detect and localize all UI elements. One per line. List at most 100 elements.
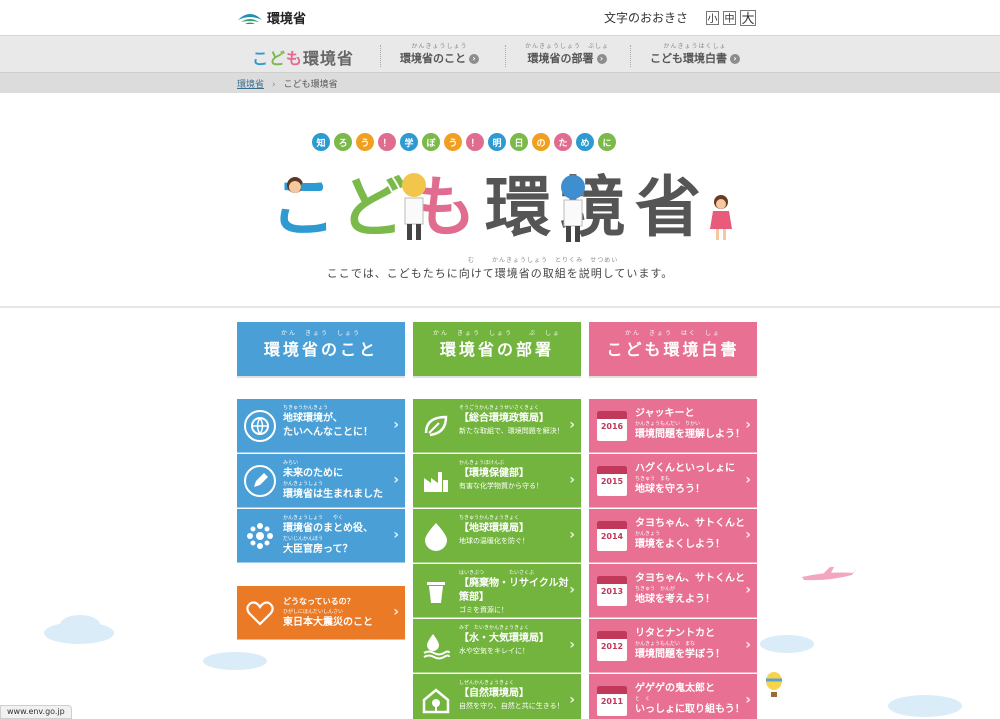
nav-item-about[interactable]: かんきょうしょう 環境省のこと › [400, 41, 479, 66]
card-ruby: ひがしにほんだいしんさい [283, 609, 344, 615]
ministry-logo[interactable]: 環境省 [237, 8, 306, 27]
chevron-right-icon: › [393, 527, 399, 543]
chevron-right-icon: › [393, 604, 399, 620]
chevron-right-icon: › [569, 692, 575, 708]
tagline-char: ろ [334, 133, 352, 151]
nav-home-char: こ [252, 49, 270, 68]
chevron-right-icon: › [393, 472, 399, 488]
card-note: 地球の温暖化を防ぐ！ [459, 537, 529, 545]
chevron-right-icon: › [730, 54, 740, 64]
character-illustration [561, 175, 585, 242]
nav-item-label: 環境省の部署 [527, 52, 594, 65]
nav-home-char: 環境省 [303, 49, 355, 68]
airplane-icon [802, 567, 856, 581]
column-header-about[interactable]: かん きょう しょう 環境省のこと [237, 322, 405, 376]
hero-subtitle: ここでは、こどもたちに向けて環境省の取組を説明しています。 [326, 267, 674, 280]
chevron-right-icon: › [569, 637, 575, 653]
card-ruby: そうごうかんきょうせいさくきょく [459, 405, 540, 411]
card-ruby: かんきょうもんだい りかい [635, 421, 701, 427]
card-ruby: ちきゅう かんが [635, 586, 676, 592]
balloon-icon [766, 672, 782, 697]
breadcrumb-separator: › [272, 80, 276, 90]
card-line: 地球を考えよう！ [635, 594, 715, 605]
card-whitepaper-2014[interactable]: 2014 タヨちゃん、サトくんと かんきょう 環境をよくしよう！ › [589, 509, 757, 563]
chevron-right-icon: › [569, 527, 575, 543]
breadcrumb-current: こども環境省 [283, 80, 338, 90]
column-header-ruby: かん きょう しょう [280, 330, 361, 337]
card-whitepaper-2016[interactable]: 2016 ジャッキーと かんきょうもんだい りかい 環境問題を理解しよう！ › [589, 399, 757, 453]
character-illustration [710, 195, 732, 240]
nav-divider [505, 45, 506, 67]
card-line: 環境省は生まれました [283, 489, 383, 500]
column-header-label: 環境省のこと [263, 340, 378, 359]
card-whitepaper-2015[interactable]: 2015 ハグくんといっしょに ちきゅう まも 地球を守ろう！ › [589, 454, 757, 508]
card-great-earthquake[interactable]: どうなっているの？ ひがしにほんだいしんさい東日本大震災のこと › [237, 586, 405, 640]
card-whitepaper-2011[interactable]: 2011 ゲゲゲの鬼太郎とと くいっしょに取り組もう！ › [589, 674, 757, 719]
heart-hands-icon [245, 598, 275, 628]
tagline-char: ！ [466, 133, 484, 151]
card-line: リタとナントカと [635, 628, 715, 639]
tagline-char: め [576, 133, 594, 151]
card-ministers-secretariat[interactable]: かんきょうしょう やく 環境省のまとめ役、 だいじんかんぼう 大臣官房って？ › [237, 509, 405, 563]
cloud-decoration [60, 615, 100, 635]
card-line: タヨちゃん、サトくんと [635, 518, 745, 529]
card-line: 地球を守ろう！ [635, 484, 705, 495]
font-size-small-button[interactable]: 小 [706, 10, 720, 25]
card-department[interactable]: そうごうかんきょうせいさくきょく 【総合環境政策局】 新たな取組で、環境問題を解決！… [413, 399, 581, 453]
calendar-year: 2011 [600, 697, 624, 706]
top-bar: 環境省 文字のおおきさ 小 中 大 [0, 0, 1000, 35]
card-ruby: しぜんかんきょうきょく [459, 680, 515, 686]
nav-item-whitepaper[interactable]: かんきょうはくしょ こども環境白書 › [650, 41, 740, 66]
card-ruby: ちきゅう まも [635, 476, 671, 482]
card-department[interactable]: かんきょうほけんぶ 【環境保健部】 有害な化学物質から守る！ › [413, 454, 581, 508]
column-header-departments[interactable]: かん きょう しょう ぶ しょ 環境省の部署 [413, 322, 581, 376]
card-line: 環境省のまとめ役、 [283, 523, 373, 534]
leaf-icon [421, 411, 451, 441]
card-department[interactable]: みず たいきかんきょうきょく 【水・大気環境局】 水や空気をキレイに！ › [413, 619, 581, 673]
font-size-medium-button[interactable]: 中 [723, 10, 737, 25]
chevron-right-icon: › [745, 637, 751, 653]
card-line: 未来のために [283, 468, 343, 479]
card-line: 東日本大震災のこと [283, 617, 373, 628]
card-ministry-founded[interactable]: みらい 未来のために かんきょうしょう 環境省は生まれました › [237, 454, 405, 508]
card-department[interactable]: はいきぶつ たいさくぶ 【廃棄物・リサイクル対策部】 ゴミを資源に！ › [413, 564, 581, 618]
subtitle-ruby: む [468, 257, 476, 264]
card-ruby: ちきゅうかんきょうきょく [459, 515, 520, 521]
card-whitepaper-2012[interactable]: 2012 リタとナントカと かんきょうもんだい まな 環境問題を学ぼう！ › [589, 619, 757, 673]
column-header-whitepaper[interactable]: かん きょう はく しょ こども環境白書 [589, 322, 757, 376]
card-ruby: みず たいきかんきょうきょく [459, 625, 530, 631]
card-line: 環境をよくしよう！ [635, 539, 725, 550]
house-tree-icon [421, 686, 451, 716]
calendar-year: 2015 [600, 477, 624, 486]
tagline-char: ぼ [422, 133, 440, 151]
card-ruby: かんきょうもんだい まな [635, 641, 696, 647]
card-ruby: かんきょうしょう やく [283, 515, 344, 521]
card-line: 大臣官房って？ [283, 544, 353, 555]
tagline-char: 日 [510, 133, 528, 151]
cloud-decoration [888, 695, 962, 717]
font-size-large-button[interactable]: 大 [740, 9, 757, 27]
card-whitepaper-2013[interactable]: 2013 タヨちゃん、サトくんと ちきゅう かんが 地球を考えよう！ › [589, 564, 757, 618]
card-global-environment[interactable]: ちきゅうかんきょう 地球環境が、 たいへんなことに！ › [237, 399, 405, 453]
card-ruby: ちきゅうかんきょう [283, 405, 329, 411]
card-ruby: はいきぶつ たいさくぶ [459, 570, 535, 576]
nav-home-char: ど [269, 49, 287, 68]
nav-home-link[interactable]: こども環境省 [252, 45, 354, 69]
cloud-decoration [760, 635, 814, 653]
card-department[interactable]: しぜんかんきょうきょく 【自然環境局】 自然を守り、自然と共に生きる！ › [413, 674, 581, 719]
card-department[interactable]: ちきゅうかんきょうきょく 【地球環境局】 地球の温暖化を防ぐ！ › [413, 509, 581, 563]
card-line: タヨちゃん、サトくんと [635, 573, 745, 584]
card-line: 環境問題を学ぼう！ [635, 649, 725, 660]
nav-item-label: こども環境白書 [650, 52, 727, 65]
tagline-char: た [554, 133, 572, 151]
chevron-right-icon: › [745, 582, 751, 598]
card-line: どうなっているの？ [283, 597, 355, 606]
tagline-char: う [444, 133, 462, 151]
breadcrumb: 環境省 › こども環境省 [0, 73, 1000, 93]
nav-item-departments[interactable]: かんきょうしょう ぶしょ 環境省の部署 › [525, 41, 609, 66]
breadcrumb-home-link[interactable]: 環境省 [237, 80, 264, 90]
tagline-char: ！ [378, 133, 396, 151]
card-line: ゲゲゲの鬼太郎と [635, 683, 715, 694]
tagline-char: の [532, 133, 550, 151]
font-size-label: 文字のおおきさ [604, 11, 689, 25]
